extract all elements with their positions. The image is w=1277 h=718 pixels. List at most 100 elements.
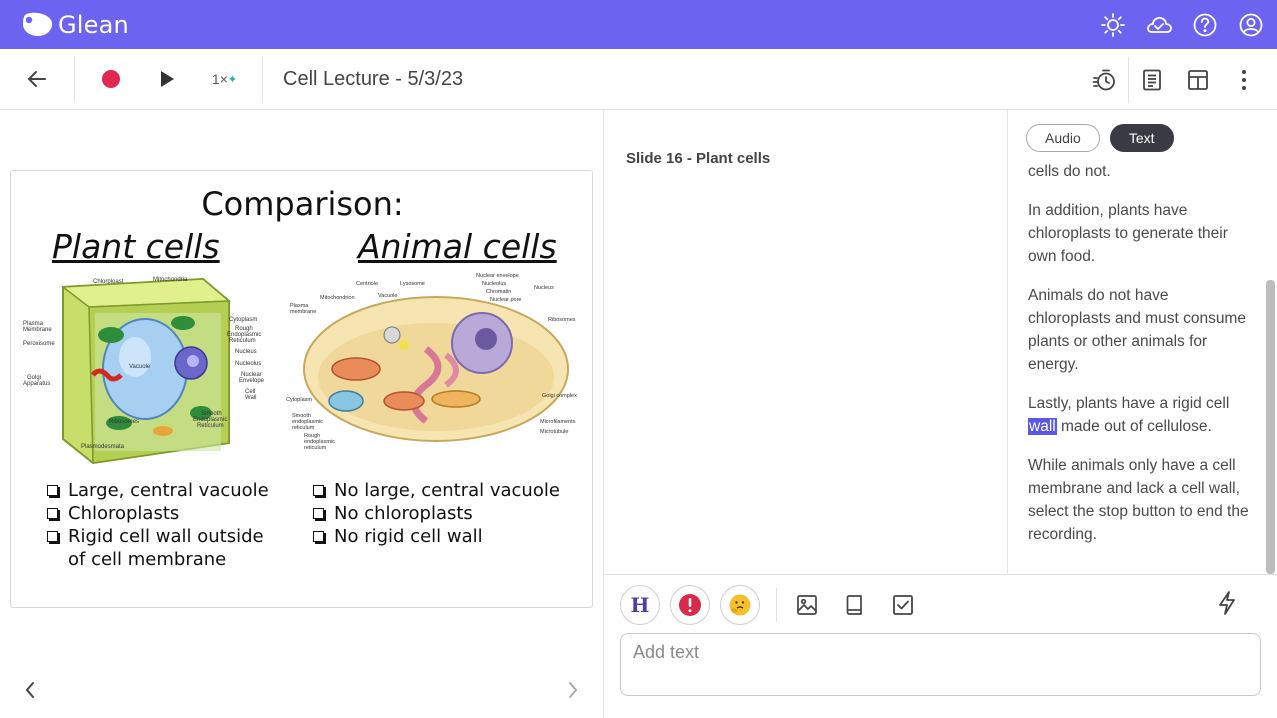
svg-text:Envelope: Envelope <box>239 378 265 384</box>
list-item: Rigid cell wall outside of cell membrane <box>47 525 297 571</box>
lightning-icon <box>1219 591 1235 615</box>
app-logo[interactable]: Glean <box>20 11 129 39</box>
slide-view: Comparison: Plant cells Animal cells Chl… <box>10 170 593 608</box>
notes-icon[interactable] <box>1129 60 1175 100</box>
transcript-paragraph[interactable]: cells do not. <box>1028 160 1254 183</box>
chevron-right-icon <box>569 682 578 698</box>
cloud-check-icon[interactable] <box>1145 11 1173 39</box>
sun-icon[interactable] <box>1099 11 1127 39</box>
add-text-input[interactable] <box>620 633 1261 696</box>
image-icon <box>797 595 817 615</box>
layout-icon[interactable] <box>1175 60 1221 100</box>
transcript-paragraph[interactable]: Animals do not have chloroplasts and mus… <box>1028 284 1254 376</box>
slide-notes-label: Slide 16 - Plant cells <box>626 150 771 167</box>
play-button[interactable] <box>147 49 187 109</box>
transcript-paragraph[interactable]: Lastly, plants have a rigid cell wall ma… <box>1028 392 1254 438</box>
animal-bullet-list: No large, central vacuole No chloroplast… <box>313 479 583 548</box>
svg-text:reticulum: reticulum <box>292 425 315 431</box>
arrow-left-icon <box>28 71 46 87</box>
playback-speed-button[interactable]: 1× ✦ <box>187 49 262 109</box>
svg-text:Nucleolus: Nucleolus <box>482 281 506 287</box>
top-bar: Glean <box>0 0 1277 49</box>
back-button[interactable] <box>0 49 74 109</box>
svg-text:reticulum: reticulum <box>304 445 327 451</box>
previous-slide-button[interactable] <box>20 680 40 700</box>
checkbox-icon <box>47 485 58 496</box>
svg-text:Reticulum: Reticulum <box>229 338 256 344</box>
thinking-face-icon <box>729 594 751 616</box>
app-name: Glean <box>58 10 129 39</box>
svg-text:Chromatin: Chromatin <box>486 289 511 295</box>
lecture-title[interactable]: Cell Lecture - 5/3/23 <box>283 68 463 91</box>
checkbox-icon <box>313 485 324 496</box>
svg-text:Golgi complex: Golgi complex <box>542 393 577 399</box>
confused-button[interactable] <box>720 585 760 625</box>
record-icon <box>102 70 120 88</box>
svg-text:Nucleus: Nucleus <box>534 285 554 291</box>
list-item: No rigid cell wall <box>313 525 583 548</box>
slide-title: Comparison: <box>201 185 404 223</box>
quick-action-button[interactable] <box>1216 590 1238 621</box>
list-item: No large, central vacuole <box>313 479 583 502</box>
important-button[interactable] <box>670 585 710 625</box>
task-button[interactable] <box>885 587 921 623</box>
plant-cells-heading: Plant cells <box>52 227 220 266</box>
svg-text:Centriole: Centriole <box>356 281 378 287</box>
svg-text:Peroxisome: Peroxisome <box>23 341 55 347</box>
editor-divider <box>604 574 1277 575</box>
svg-text:Microtubule: Microtubule <box>540 429 568 435</box>
svg-text:Wall: Wall <box>245 395 256 401</box>
next-slide-button[interactable] <box>563 680 583 700</box>
glean-logo-icon <box>23 12 53 36</box>
svg-text:Reticulum: Reticulum <box>197 423 224 429</box>
svg-text:Apparatus: Apparatus <box>23 381 50 387</box>
account-icon[interactable] <box>1237 11 1265 39</box>
record-button[interactable] <box>75 49 147 109</box>
list-item: Large, central vacuole <box>47 479 297 502</box>
timer-icon[interactable] <box>1082 60 1128 100</box>
svg-text:Vacuole: Vacuole <box>129 364 151 370</box>
checkbox-icon <box>313 531 324 542</box>
transcript-paragraph[interactable]: While animals only have a cell membrane … <box>1028 454 1254 546</box>
list-item: No chloroplasts <box>313 502 583 525</box>
toolbar-divider <box>776 588 777 622</box>
animal-cell-diagram: Centriole Lysosome Nuclear envelope Nucleo… <box>286 273 577 451</box>
list-item: Chloroplasts <box>47 502 297 525</box>
svg-text:Cytoplasm: Cytoplasm <box>286 397 312 403</box>
book-icon <box>846 595 862 615</box>
checkbox-icon <box>313 508 324 519</box>
more-icon[interactable] <box>1221 60 1267 100</box>
svg-text:Membrane: Membrane <box>23 327 52 333</box>
note-format-toolbar: H <box>620 585 933 625</box>
transcript-paragraph[interactable]: In addition, plants have chloroplasts to… <box>1028 199 1254 268</box>
svg-text:Chlorploast: Chlorploast <box>93 279 124 285</box>
svg-text:Nucleolus: Nucleolus <box>235 361 261 367</box>
current-word-highlight[interactable]: wall <box>1028 418 1057 435</box>
help-icon[interactable] <box>1191 11 1219 39</box>
svg-text:Nuclear pore: Nuclear pore <box>490 297 522 303</box>
animal-cells-heading: Animal cells <box>358 227 557 266</box>
tab-audio[interactable]: Audio <box>1026 124 1100 152</box>
play-icon <box>161 71 174 87</box>
plant-cell-diagram: Chlorploast Mitochondria PlasmaMembrane P… <box>23 277 265 465</box>
slide-panel: Comparison: Plant cells Animal cells Chl… <box>0 110 603 718</box>
transcript-scrollbar[interactable] <box>1266 280 1275 574</box>
svg-text:Plasmodesmata: Plasmodesmata <box>81 444 125 450</box>
svg-text:Ribosomes: Ribosomes <box>109 419 139 425</box>
lecture-toolbar: 1× ✦ Cell Lecture - 5/3/23 <box>0 49 1277 110</box>
toolbar-divider <box>262 56 263 102</box>
svg-text:Lysosome: Lysosome <box>400 281 425 287</box>
sparkle-icon: ✦ <box>227 73 238 86</box>
definition-button[interactable] <box>837 587 873 623</box>
heading-label: H <box>630 593 650 617</box>
tab-text[interactable]: Text <box>1109 124 1174 152</box>
svg-text:Nuclear envelope: Nuclear envelope <box>476 273 519 279</box>
exclamation-icon <box>679 594 701 616</box>
heading-button[interactable]: H <box>620 585 660 625</box>
insert-image-button[interactable] <box>789 587 825 623</box>
chevron-left-icon <box>25 682 34 698</box>
svg-text:Vacuole: Vacuole <box>378 293 397 299</box>
checkbox-icon <box>47 508 58 519</box>
plant-bullet-list: Large, central vacuole Chloroplasts Rigi… <box>47 479 297 571</box>
svg-text:Cytoplasm: Cytoplasm <box>229 317 257 323</box>
